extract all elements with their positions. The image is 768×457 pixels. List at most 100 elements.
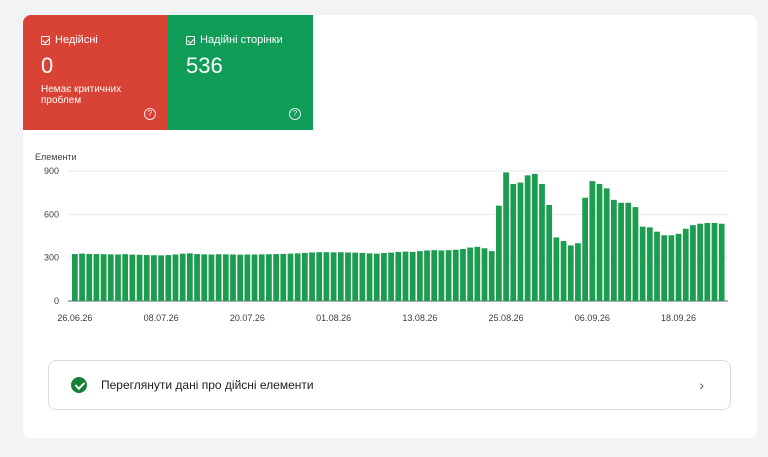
bar (230, 254, 236, 301)
bar (280, 253, 287, 301)
bar (488, 251, 495, 301)
help-icon[interactable]: ? (144, 108, 156, 120)
bar (388, 252, 394, 301)
bar (618, 202, 624, 301)
x-tick-label: 01.08.26 (316, 313, 351, 323)
bar (359, 252, 366, 301)
bar (560, 241, 567, 301)
bar (86, 253, 93, 301)
y-tick-label: 0 (54, 296, 59, 306)
bar (460, 249, 466, 301)
valid-tile[interactable]: Надійні сторінки 536 ? (168, 15, 313, 130)
bar (675, 233, 682, 301)
bar (72, 254, 78, 301)
bar (402, 251, 409, 301)
bar (165, 255, 172, 301)
bar (172, 254, 179, 301)
bar (704, 223, 711, 301)
bar (582, 197, 589, 301)
view-valid-items-button[interactable]: Переглянути дані про дійсні елементи › (48, 360, 731, 410)
bar (510, 184, 517, 301)
invalid-label: Недійсні (55, 34, 98, 46)
bar (575, 243, 581, 301)
bar (294, 253, 301, 301)
bar (244, 254, 251, 301)
bar (151, 255, 157, 301)
bar (517, 182, 524, 301)
bar (194, 254, 200, 301)
bar (222, 254, 229, 301)
bar (115, 254, 121, 301)
bar (424, 250, 430, 301)
bar (416, 251, 423, 301)
bar (553, 237, 560, 301)
bar (366, 253, 373, 301)
bar (567, 245, 574, 301)
bar (467, 247, 474, 301)
invalid-count: 0 (41, 53, 54, 78)
bar (682, 228, 689, 301)
bar (611, 199, 617, 301)
items-bar-chart: Елементи 900 600 300 0 26.06.26 08.07.26 20.07.… (35, 152, 728, 323)
bar (395, 251, 402, 301)
chevron-right-icon: › (699, 377, 704, 393)
coverage-card: Недійсні 0 Немає критичних проблем ? Над… (23, 15, 757, 438)
valid-count: 536 (186, 53, 223, 78)
bar (697, 223, 704, 301)
bar (668, 235, 675, 301)
bar (136, 254, 143, 301)
bar (345, 252, 351, 301)
bar (539, 184, 545, 301)
bar (201, 254, 208, 301)
bar (301, 252, 308, 301)
bar (524, 175, 531, 301)
bar (496, 205, 502, 301)
bar (215, 254, 222, 301)
bar (589, 181, 596, 301)
valid-label: Надійні сторінки (200, 34, 283, 46)
bar (107, 254, 114, 301)
x-tick-label: 13.08.26 (402, 313, 437, 323)
bar (711, 223, 718, 301)
bar (273, 254, 279, 301)
view-valid-items-label: Переглянути дані про дійсні елементи (101, 378, 314, 392)
x-tick-label: 26.06.26 (57, 313, 92, 323)
bar (309, 252, 315, 301)
bar (661, 235, 668, 301)
bar (654, 231, 660, 301)
bar (179, 253, 186, 301)
bar (445, 250, 452, 301)
bar (129, 254, 136, 301)
bar (79, 253, 85, 301)
bar (323, 252, 330, 301)
bar (632, 207, 639, 301)
bar (100, 254, 107, 301)
y-tick-label: 300 (44, 253, 59, 263)
bar (316, 252, 323, 301)
bar (208, 254, 215, 301)
bar (409, 251, 416, 301)
bar (438, 250, 445, 301)
bar (381, 253, 387, 301)
bar (503, 172, 509, 301)
bar (546, 204, 553, 301)
bar (596, 184, 603, 301)
bar (266, 254, 272, 301)
bar (625, 202, 632, 301)
bar (287, 253, 294, 301)
bar (481, 248, 488, 301)
bar (237, 254, 244, 301)
x-tick-label: 06.09.26 (575, 313, 610, 323)
bar (330, 252, 337, 301)
bar (251, 254, 258, 301)
invalid-tile[interactable]: Недійсні 0 Немає критичних проблем ? (23, 15, 168, 130)
help-icon[interactable]: ? (289, 108, 301, 120)
bar (158, 255, 164, 301)
bar (431, 250, 438, 301)
bar (143, 255, 150, 301)
bar (186, 253, 193, 301)
bar (531, 173, 538, 301)
checkbox-checked-icon[interactable] (41, 36, 50, 45)
y-axis-title: Елементи (35, 152, 77, 162)
checkbox-checked-icon[interactable] (186, 36, 195, 45)
